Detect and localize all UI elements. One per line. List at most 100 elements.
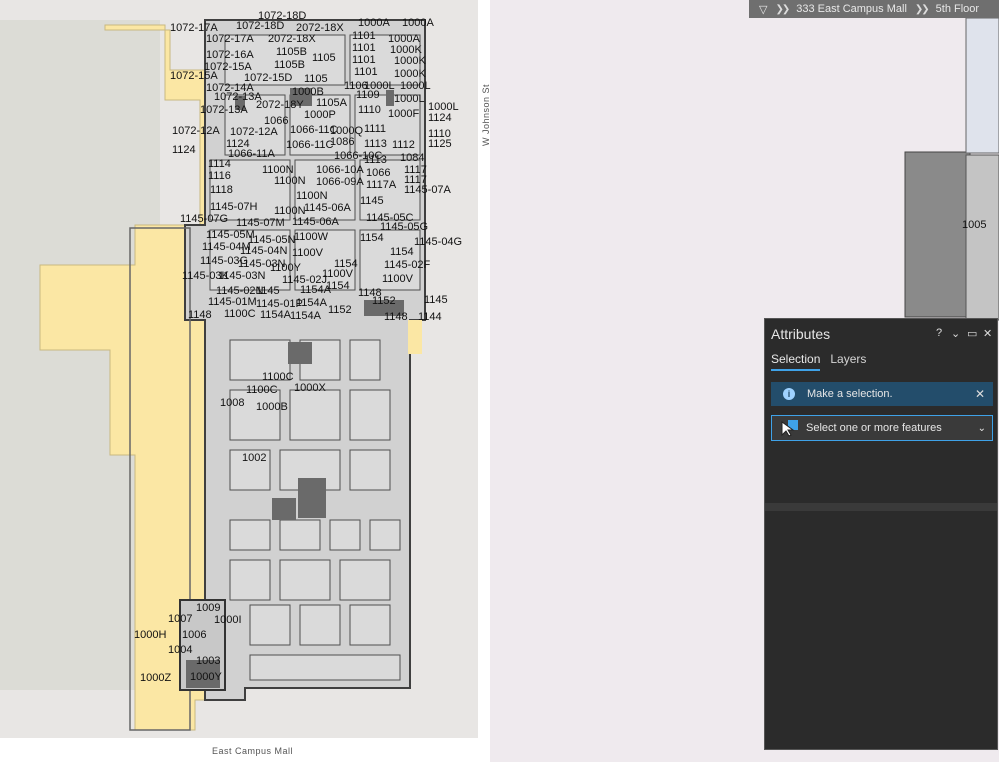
room-label: 1105 xyxy=(304,73,328,85)
room-label: 1000K xyxy=(394,55,426,67)
room-label: 1000I xyxy=(214,614,242,626)
room-label: 1000P xyxy=(304,109,336,121)
close-icon[interactable]: ✕ xyxy=(983,327,992,340)
room-label: 1117A xyxy=(366,179,397,191)
room-label: 1000A xyxy=(402,17,434,29)
room-label: 1007 xyxy=(168,613,192,625)
room-label: 1101 xyxy=(352,54,376,66)
room-label: 1105B xyxy=(274,59,305,71)
maximize-icon[interactable]: ▭ xyxy=(967,327,977,340)
room-label: 1100C xyxy=(262,371,294,383)
room-label: 1105B xyxy=(276,46,307,58)
room-label: 1000Y xyxy=(190,671,222,683)
room-label: 1145 xyxy=(360,195,384,207)
room-label: 1152 xyxy=(372,295,396,307)
info-message: i Make a selection. ✕ xyxy=(771,382,993,406)
room-label: 1154A xyxy=(296,297,328,309)
room-label: 1116 xyxy=(208,170,231,182)
room-label: 1100C xyxy=(224,308,256,320)
room-label: 1000L xyxy=(400,80,431,92)
room-label: 1101 xyxy=(352,30,376,42)
room-label: 1066-11A xyxy=(228,148,276,160)
room-label: 1006 xyxy=(182,629,206,641)
room-label: 1154 xyxy=(360,232,384,244)
room-label: 1145-07H xyxy=(210,201,258,213)
room-label: 2072-18X xyxy=(268,33,316,45)
dismiss-message-icon[interactable]: ✕ xyxy=(975,387,985,401)
room-label: 1008 xyxy=(220,397,244,409)
chevron-right-icon: ❯❯ xyxy=(914,3,930,15)
room-label: 1145-07M xyxy=(236,217,285,229)
room-label: 1086 xyxy=(330,136,354,148)
room-label: 1154 xyxy=(390,246,414,258)
room-label: 1072-15A xyxy=(170,70,218,82)
tab-selection[interactable]: Selection xyxy=(771,352,821,371)
room-label: 1145-05G xyxy=(380,221,428,233)
room-label: 1145 xyxy=(424,294,448,306)
room-label: 1109 xyxy=(356,89,380,101)
room-label: 1145-07G xyxy=(180,213,228,225)
room-label: 1066-10A xyxy=(316,164,364,176)
attributes-pane: Attributes ? ⌄ ▭ ✕ Selection Layers i Ma… xyxy=(764,318,998,750)
room-label: 1100N xyxy=(296,190,328,202)
room-label: 1072-13A xyxy=(200,104,248,116)
select-features-button[interactable]: Select one or more features ⌄ xyxy=(771,415,993,441)
room-label: 1002 xyxy=(242,452,266,464)
room-label: 1100W xyxy=(294,231,329,243)
room-label: 1100V xyxy=(382,273,414,285)
room-label: 1100Y xyxy=(270,262,302,274)
room-label: 1145 xyxy=(256,285,280,297)
room-label: 1110 xyxy=(358,104,381,116)
room-label: 1100N xyxy=(274,175,306,187)
room-label: 1145-07A xyxy=(404,184,452,196)
info-icon: i xyxy=(783,388,795,400)
room-label: 1000L xyxy=(394,93,425,105)
room-label: 1101 xyxy=(352,42,376,54)
room-label: 1066 xyxy=(366,167,390,179)
select-features-label: Select one or more features xyxy=(806,422,942,434)
filter-icon[interactable]: ▽ xyxy=(749,3,771,16)
room-label: 1000F xyxy=(388,108,419,120)
room-label: 1113 xyxy=(364,154,387,166)
room-label: 1105 xyxy=(312,52,336,64)
room-label: 1112 xyxy=(392,139,415,151)
help-icon[interactable]: ? xyxy=(936,327,942,339)
room-label: 2072-18Y xyxy=(256,99,304,111)
room-label: 1114 xyxy=(208,158,231,170)
street-label-south: East Campus Mall xyxy=(212,746,294,756)
room-label: 1000K xyxy=(394,68,426,80)
street-label-east: W Johnson St xyxy=(481,83,492,147)
room-label: 1000H xyxy=(134,629,166,641)
pane-title: Attributes xyxy=(771,326,831,342)
breadcrumb: ▽ ❯❯ 333 East Campus Mall ❯❯ 5th Floor xyxy=(749,0,999,18)
room-label: 1148 xyxy=(188,309,212,321)
room-label: 1154A xyxy=(260,309,292,321)
room-label: 1145-04G xyxy=(414,236,462,248)
room-label: 1154A xyxy=(290,310,322,322)
tab-layers[interactable]: Layers xyxy=(830,352,866,371)
room-label: 1148 xyxy=(384,311,408,323)
room-label: 1100V xyxy=(292,247,324,259)
room-label: 1000Z xyxy=(140,672,171,684)
room-label: 1003 xyxy=(196,655,220,667)
room-label: 1004 xyxy=(168,644,192,656)
breadcrumb-building[interactable]: 333 East Campus Mall xyxy=(792,3,911,15)
room-label: 1000A xyxy=(358,17,390,29)
room-label: 1072-17A xyxy=(206,33,254,45)
room-label: 1101 xyxy=(354,66,378,78)
room-label: 1145-01M xyxy=(208,296,257,308)
room-label: 1152 xyxy=(328,304,352,316)
chevron-down-icon[interactable]: ⌄ xyxy=(978,423,986,434)
room-label: 1066-09A xyxy=(316,176,364,188)
room-label: 1009 xyxy=(196,602,220,614)
breadcrumb-floor[interactable]: 5th Floor xyxy=(932,3,983,15)
room-label: 1113 xyxy=(364,138,387,150)
room-label: 100G xyxy=(0,0,27,3)
pane-divider xyxy=(765,503,997,511)
room-label: 1145-06A xyxy=(304,202,352,214)
pane-options-icon[interactable]: ⌄ xyxy=(951,327,960,340)
room-label: 1000B xyxy=(256,401,288,413)
room-label: 1072-12A xyxy=(172,125,220,137)
room-label: 1005 xyxy=(962,219,986,231)
room-label: 1084 xyxy=(400,152,424,164)
